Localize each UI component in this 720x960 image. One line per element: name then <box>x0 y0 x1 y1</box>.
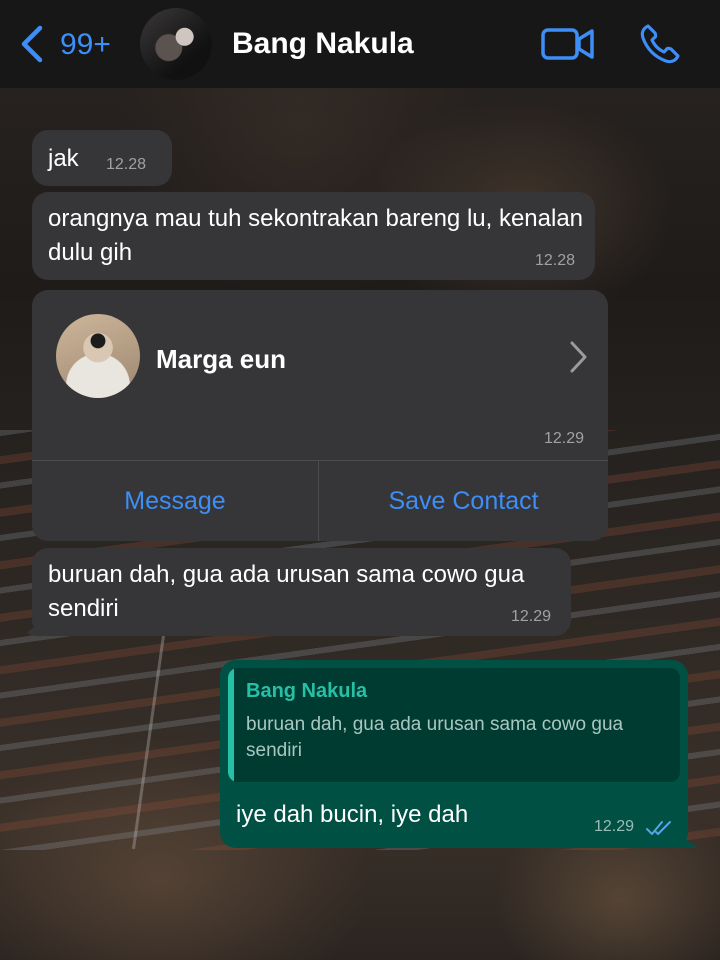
outgoing-message[interactable]: Bang Nakula buruan dah, gua ada urusan s… <box>220 660 688 848</box>
message-time: 12.28 <box>534 252 575 269</box>
message-time: 12.28 <box>106 156 147 173</box>
shared-contact-name: Marga eun <box>156 344 287 374</box>
message-text: iye dah bucin, iye dah <box>236 801 469 828</box>
quoted-message[interactable]: Bang Nakula buruan dah, gua ada urusan s… <box>228 668 680 782</box>
incoming-message[interactable]: buruan dah, gua ada urusan sama cowo gua… <box>32 548 571 636</box>
message-contact-button[interactable]: Message <box>32 461 318 541</box>
message-text: buruan dah, gua ada urusan sama cowo gua… <box>48 561 525 622</box>
phone-call-icon[interactable] <box>638 22 682 66</box>
incoming-message[interactable]: orangnya mau tuh sekontrakan bareng lu, … <box>32 192 595 280</box>
chat-header: 99+ Bang Nakula <box>0 0 720 88</box>
video-call-icon[interactable] <box>540 24 596 64</box>
message-time: 12.29 <box>594 818 635 835</box>
quote-text: buruan dah, gua ada urusan sama cowo gua… <box>246 714 624 761</box>
message-text: orangnya mau tuh sekontrakan bareng lu, … <box>48 205 584 266</box>
message-text: jak <box>48 145 79 172</box>
quote-accent-bar <box>228 668 234 782</box>
contact-avatar[interactable] <box>140 8 212 80</box>
quote-author: Bang Nakula <box>246 680 368 702</box>
message-time: 12.29 <box>510 608 551 625</box>
message-time: 12.29 <box>543 430 584 447</box>
back-chevron-icon[interactable] <box>18 24 48 64</box>
incoming-message[interactable]: jak 12.28 <box>32 130 172 186</box>
unread-count[interactable]: 99+ <box>60 28 111 62</box>
chevron-right-icon[interactable] <box>568 340 588 374</box>
contact-name[interactable]: Bang Nakula <box>232 26 414 62</box>
shared-contact-avatar <box>56 314 140 398</box>
contact-card-message[interactable]: Marga eun 12.29 Message Save Contact <box>32 290 608 541</box>
double-check-icon <box>646 821 671 835</box>
save-contact-button[interactable]: Save Contact <box>319 461 608 541</box>
